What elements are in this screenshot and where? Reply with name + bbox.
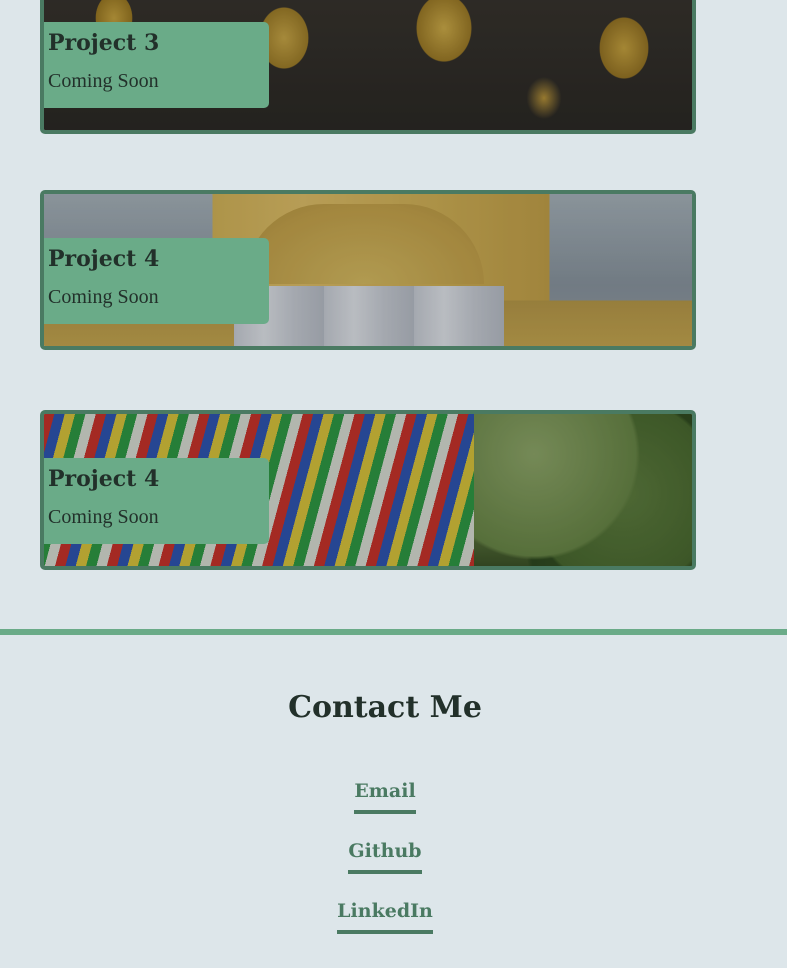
project-subtitle: Coming Soon	[48, 506, 159, 528]
github-link[interactable]: Github	[0, 840, 770, 874]
project-title: Project 3	[48, 30, 160, 56]
email-link[interactable]: Email	[0, 780, 770, 814]
project-title: Project 4	[48, 466, 160, 492]
email-link-label[interactable]: Email	[354, 780, 416, 814]
project-card-4[interactable]: Project 4 Coming Soon	[40, 190, 696, 350]
project-label: Project 4 Coming Soon	[44, 238, 269, 324]
project-label: Project 3 Coming Soon	[44, 22, 269, 108]
project-card-4b[interactable]: Project 4 Coming Soon	[40, 410, 696, 570]
project-title: Project 4	[48, 246, 160, 272]
github-link-label[interactable]: Github	[348, 840, 422, 874]
project-subtitle: Coming Soon	[48, 70, 159, 92]
contact-heading: Contact Me	[288, 690, 482, 725]
project-card-3[interactable]: Project 3 Coming Soon	[40, 0, 696, 134]
project-subtitle: Coming Soon	[48, 286, 159, 308]
section-divider	[0, 629, 787, 635]
linkedin-link-label[interactable]: LinkedIn	[337, 900, 433, 934]
linkedin-link[interactable]: LinkedIn	[0, 900, 770, 934]
project-label: Project 4 Coming Soon	[44, 458, 269, 544]
